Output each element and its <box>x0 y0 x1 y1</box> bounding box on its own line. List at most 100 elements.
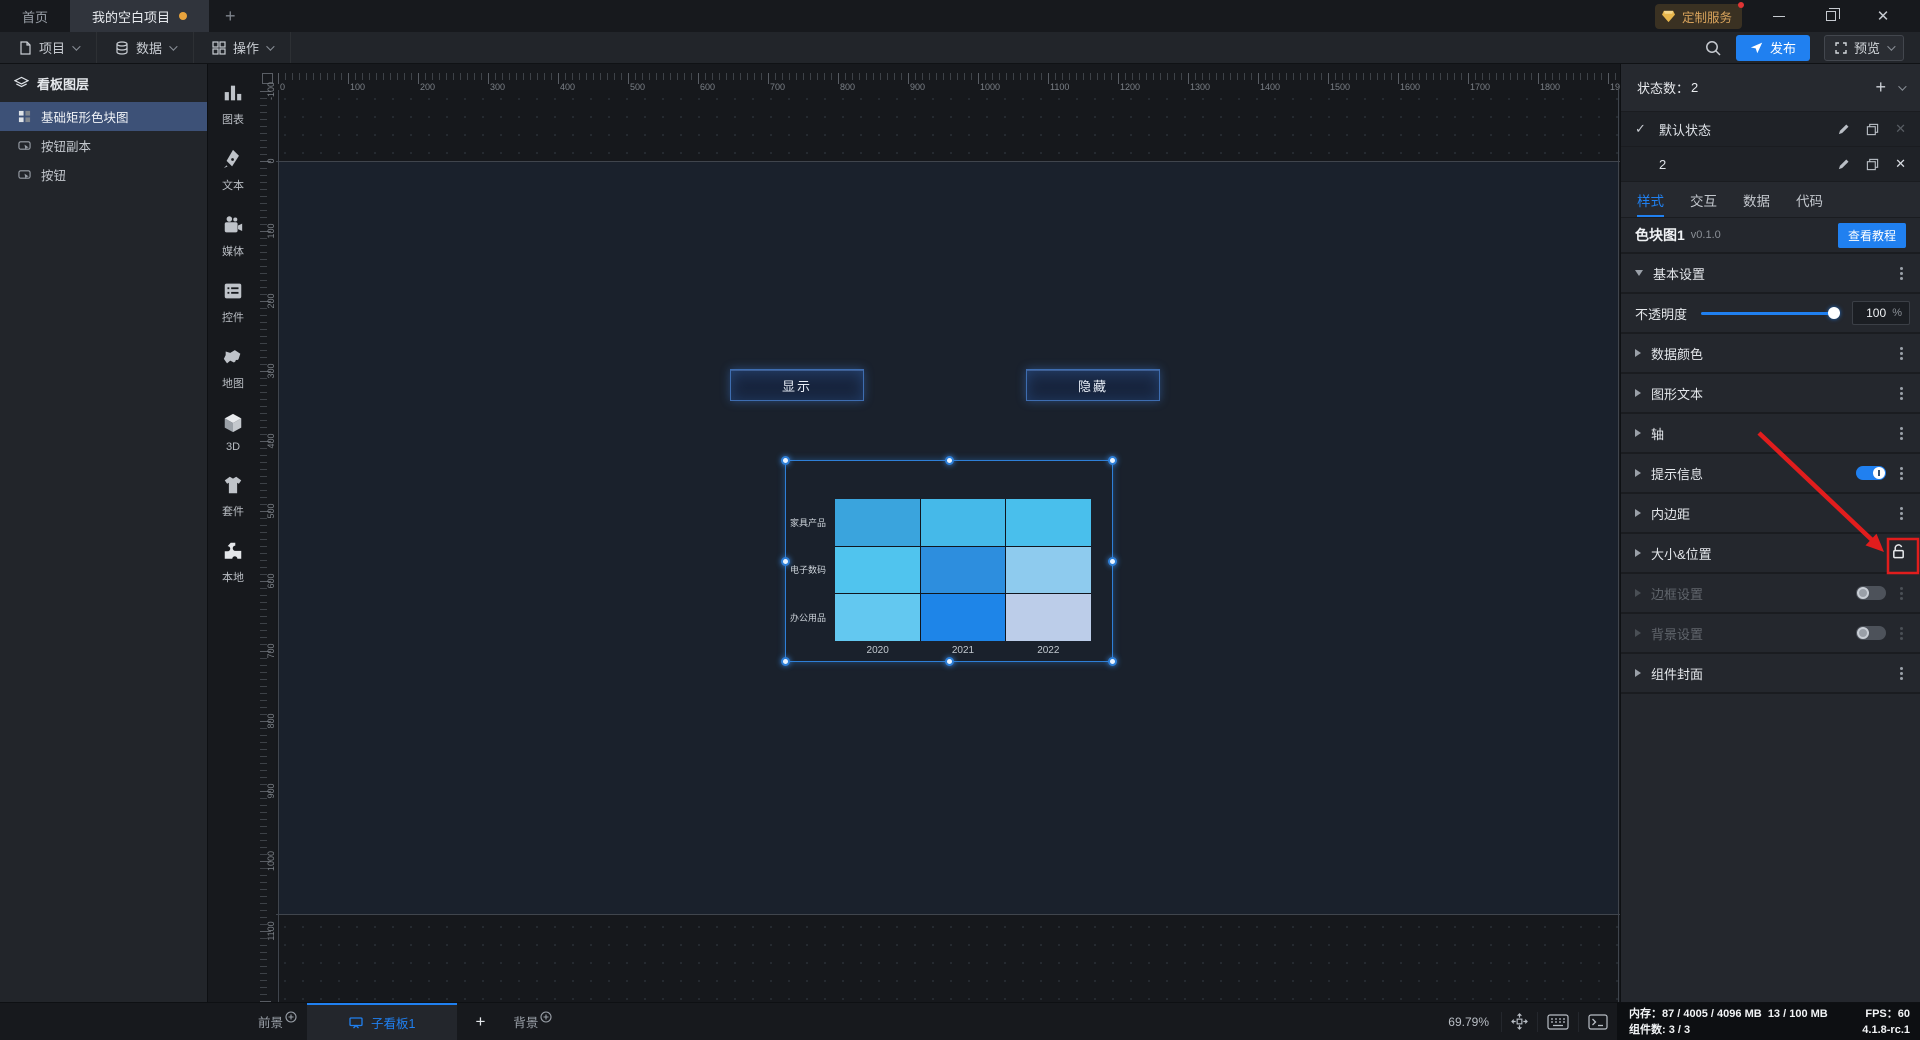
menu-action[interactable]: 操作 <box>194 32 292 63</box>
section-opacity[interactable]: 不透明度 100% <box>1621 294 1920 332</box>
kebab-menu-icon[interactable] <box>1900 271 1903 275</box>
section-padding[interactable]: 内边距 <box>1621 494 1920 532</box>
vip-service-badge[interactable]: 定制服务 <box>1654 1 1744 29</box>
expand-arrow-icon[interactable] <box>1635 349 1641 357</box>
layer-item-button-copy[interactable]: 按钮副本 <box>0 131 207 160</box>
layer-item-block-chart[interactable]: 基础矩形色块图 <box>0 102 207 131</box>
tab-project[interactable]: 我的空白项目 <box>70 0 210 32</box>
hide-button-component[interactable]: 隐藏 <box>1026 369 1160 401</box>
console-button[interactable] <box>1578 1011 1617 1032</box>
close-button[interactable]: ✕ <box>1868 3 1898 29</box>
kebab-menu-icon[interactable] <box>1900 431 1903 435</box>
resize-handle[interactable] <box>781 456 790 465</box>
maximize-button[interactable] <box>1816 3 1846 29</box>
opacity-value-input[interactable]: 100% <box>1852 301 1910 325</box>
preview-button[interactable]: 预览 <box>1823 34 1904 61</box>
section-size-position[interactable]: 大小&位置 <box>1621 534 1920 572</box>
tab-data[interactable]: 数据 <box>1743 182 1770 217</box>
kebab-menu-icon[interactable] <box>1900 671 1903 675</box>
shortcut-keys-button[interactable] <box>1537 1011 1578 1032</box>
search-icon[interactable] <box>1704 39 1722 57</box>
section-graph-text[interactable]: 图形文本 <box>1621 374 1920 412</box>
menu-project[interactable]: 项目 <box>0 32 98 63</box>
section-basic-settings[interactable]: 基本设置 <box>1621 254 1920 292</box>
menu-data[interactable]: 数据 <box>97 32 195 63</box>
copy-icon[interactable] <box>1866 158 1879 171</box>
tool-widget[interactable]: 控件 <box>222 280 244 325</box>
kebab-menu-icon[interactable] <box>1900 471 1903 475</box>
edit-icon[interactable] <box>1837 158 1850 171</box>
section-tooltip[interactable]: 提示信息 <box>1621 454 1920 492</box>
expand-arrow-icon[interactable] <box>1635 509 1641 517</box>
expand-arrow-icon[interactable] <box>1635 629 1641 637</box>
expand-arrow-icon[interactable] <box>1635 669 1641 677</box>
toggle-switch[interactable] <box>1856 626 1886 640</box>
circle-plus-icon[interactable] <box>285 1010 297 1023</box>
show-button-component[interactable]: 显示 <box>730 369 864 401</box>
lock-icon[interactable] <box>1891 543 1906 563</box>
tab-code[interactable]: 代码 <box>1796 182 1823 217</box>
section-component-cover[interactable]: 组件封面 <box>1621 654 1920 692</box>
section-border-settings[interactable]: 边框设置 <box>1621 574 1920 612</box>
foreground-button[interactable]: 前景 <box>248 1003 307 1040</box>
tool-map[interactable]: 地图 <box>222 346 244 391</box>
state-row-default[interactable]: ✓ 默认状态 ✕ <box>1621 112 1920 146</box>
tool-media[interactable]: 媒体 <box>222 214 244 259</box>
circle-plus-icon[interactable] <box>540 1010 552 1023</box>
new-tab-button[interactable]: + <box>209 0 252 32</box>
tab-home[interactable]: 首页 <box>0 0 70 32</box>
state-row-2[interactable]: 2 ✕ <box>1621 147 1920 181</box>
resize-handle[interactable] <box>1108 456 1117 465</box>
heatmap-cell <box>1006 499 1091 546</box>
board-tab-active[interactable]: 子看板1 <box>307 1003 458 1040</box>
tool-local[interactable]: 本地 <box>222 540 244 585</box>
add-board-button[interactable]: + <box>457 1003 503 1040</box>
fit-screen-button[interactable] <box>1501 1011 1537 1032</box>
tool-chart[interactable]: 图表 <box>222 82 244 127</box>
expand-arrow-icon[interactable] <box>1635 270 1643 276</box>
edit-icon[interactable] <box>1837 123 1850 136</box>
resize-handle[interactable] <box>1108 657 1117 666</box>
tool-kit[interactable]: 套件 <box>222 474 244 519</box>
heatmap-chart-component[interactable]: 家具产品 电子数码 办公用品 2020 2021 2022 <box>781 456 1117 666</box>
resize-handle[interactable] <box>781 557 790 566</box>
expand-arrow-icon[interactable] <box>1635 589 1641 597</box>
zoom-level[interactable]: 69.79% <box>1436 1015 1501 1029</box>
toggle-switch[interactable] <box>1856 466 1886 480</box>
notification-dot-icon <box>1738 1 1744 8</box>
expand-arrow-icon[interactable] <box>1635 549 1641 557</box>
opacity-slider[interactable] <box>1701 306 1840 320</box>
background-button[interactable]: 背景 <box>503 1003 562 1040</box>
section-axis[interactable]: 轴 <box>1621 414 1920 452</box>
section-data-colors[interactable]: 数据颜色 <box>1621 334 1920 372</box>
expand-arrow-icon[interactable] <box>1635 389 1641 397</box>
tab-interaction[interactable]: 交互 <box>1690 182 1717 217</box>
section-background-settings[interactable]: 背景设置 <box>1621 614 1920 652</box>
delete-state-icon[interactable]: ✕ <box>1895 156 1906 172</box>
copy-icon[interactable] <box>1866 123 1879 136</box>
kebab-menu-icon[interactable] <box>1900 511 1903 515</box>
resize-handle[interactable] <box>1108 557 1117 566</box>
resize-handle[interactable] <box>945 456 954 465</box>
tool-text[interactable]: 文本 <box>222 148 244 193</box>
minimize-button[interactable] <box>1764 3 1794 29</box>
layer-item-button[interactable]: 按钮 <box>0 160 207 189</box>
slider-knob[interactable] <box>1828 307 1840 319</box>
kebab-menu-icon[interactable] <box>1900 631 1903 635</box>
cube-icon <box>222 412 244 437</box>
add-state-button[interactable]: + <box>1865 77 1896 98</box>
kebab-menu-icon[interactable] <box>1900 591 1903 595</box>
publish-button[interactable]: 发布 <box>1735 34 1810 61</box>
resize-handle[interactable] <box>945 657 954 666</box>
expand-arrow-icon[interactable] <box>1635 469 1641 477</box>
chevron-down-icon[interactable] <box>1898 81 1907 91</box>
canvas-viewport[interactable]: 显示 隐藏 家具产品 电子数码 办公用品 2020 2021 2022 <box>276 90 1620 1002</box>
tutorial-button[interactable]: 查看教程 <box>1837 222 1906 248</box>
tab-style[interactable]: 样式 <box>1637 182 1664 217</box>
kebab-menu-icon[interactable] <box>1900 391 1903 395</box>
kebab-menu-icon[interactable] <box>1900 351 1903 355</box>
tool-cube[interactable]: 3D <box>222 412 244 453</box>
expand-arrow-icon[interactable] <box>1635 429 1641 437</box>
resize-handle[interactable] <box>781 657 790 666</box>
toggle-switch[interactable] <box>1856 586 1886 600</box>
